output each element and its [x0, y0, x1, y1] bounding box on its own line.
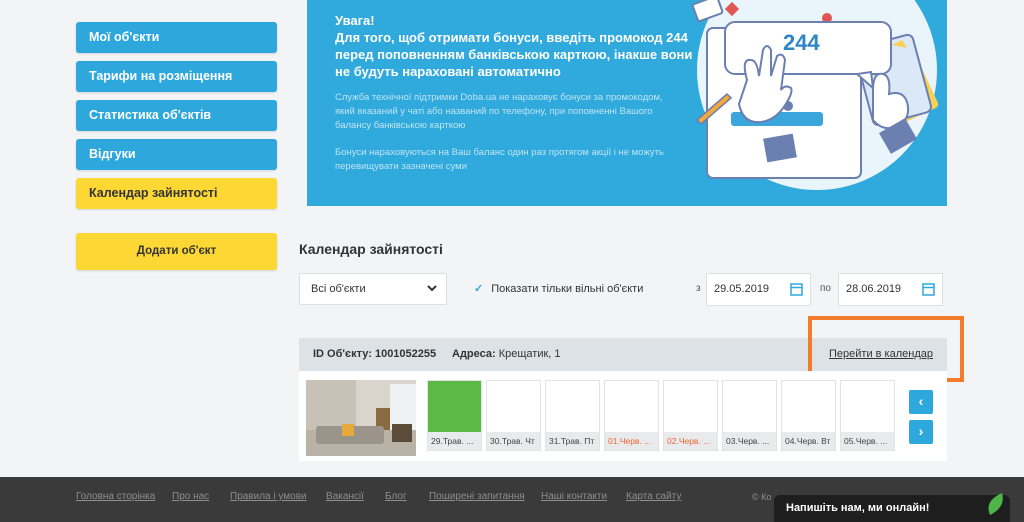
footer-link-home[interactable]: Головна сторінка: [76, 491, 155, 502]
footer-link-contacts[interactable]: Наші контакти: [541, 491, 607, 502]
day-fill: [428, 381, 481, 434]
footer-link-terms[interactable]: Правила і умови: [230, 491, 307, 502]
address-value: Крещатик, 1: [498, 348, 561, 360]
day-label: 01.Черв. ...: [605, 432, 658, 450]
day-label: 30.Трав. Чт: [487, 432, 540, 450]
leaf-icon: [988, 493, 1003, 515]
sidebar: Мої об'єкти Тарифи на розміщення Статист…: [76, 22, 277, 217]
sidebar-item-calendar[interactable]: Календар зайнятості: [76, 178, 277, 209]
sidebar-item-tariffs[interactable]: Тарифи на розміщення: [76, 61, 277, 92]
free-only-checkbox[interactable]: ✓ Показати тільки вільні об'єкти: [474, 282, 643, 295]
object-address: Адреса: Крещатик, 1: [452, 338, 561, 371]
banner-text-bonus: Бонуси нараховуються на Ваш баланс один …: [335, 147, 664, 172]
day-label: 03.Черв. ...: [723, 432, 776, 450]
date-from-input[interactable]: 29.05.2019: [706, 273, 811, 306]
object-photo: [306, 380, 416, 456]
banner-title: Увага! Для того, щоб отримати бонуси, вв…: [335, 13, 693, 79]
object-filter-select[interactable]: Всі об'єкти: [299, 273, 447, 305]
calendar-day[interactable]: 04.Черв. Вт: [781, 380, 836, 451]
promo-code-bubble: 244: [783, 30, 820, 55]
banner-text-support: Служба технічної підтримки Doba.ua не на…: [335, 92, 663, 131]
day-label: 02.Черв. ...: [664, 432, 717, 450]
footer-link-faq[interactable]: Поширені запитання: [429, 491, 525, 502]
day-fill: [605, 381, 658, 434]
chevron-left-icon: ‹: [918, 393, 924, 409]
day-label: 29.Трав. ...: [428, 432, 481, 450]
day-fill: [546, 381, 599, 434]
calendar-section-title: Календар зайнятості: [299, 241, 443, 257]
footer-link-vacancies[interactable]: Вакансії: [326, 491, 364, 502]
free-only-label: Показати тільки вільні об'єкти: [491, 283, 644, 295]
next-button[interactable]: ›: [909, 420, 933, 444]
calendar-day[interactable]: 05.Черв. ...: [840, 380, 895, 451]
calendar-day[interactable]: 30.Трав. Чт: [486, 380, 541, 451]
chevron-down-icon: [427, 274, 437, 317]
footer-link-sitemap[interactable]: Карта сайту: [626, 491, 681, 502]
footer-link-blog[interactable]: Блог: [385, 491, 407, 502]
add-object-button[interactable]: Додати об'єкт: [76, 233, 277, 270]
check-icon: ✓: [474, 283, 484, 295]
address-label: Адреса:: [452, 348, 496, 360]
object-id: ID Об'єкту: 1001052255: [313, 348, 437, 360]
date-to-label: по: [820, 283, 831, 294]
calendar-day[interactable]: 01.Черв. ...: [604, 380, 659, 451]
day-label: 04.Черв. Вт: [782, 432, 835, 450]
promo-banner: Увага! Для того, щоб отримати бонуси, вв…: [307, 0, 947, 206]
calendar-day[interactable]: 02.Черв. ...: [663, 380, 718, 451]
day-label: 31.Трав. Пт: [546, 432, 599, 450]
sidebar-item-statistics[interactable]: Статистика об'єктів: [76, 100, 277, 131]
calendar-day[interactable]: 03.Черв. ...: [722, 380, 777, 451]
day-fill: [723, 381, 776, 434]
day-fill: [487, 381, 540, 434]
calendar-icon: [790, 283, 803, 296]
day-fill: [841, 381, 894, 434]
day-label: 05.Черв. ...: [841, 432, 894, 450]
copyright: © Ко: [752, 492, 772, 502]
day-fill: [664, 381, 717, 434]
date-from-label: з: [696, 283, 701, 294]
footer-link-about[interactable]: Про нас: [172, 491, 209, 502]
object-filter-value: Всі об'єкти: [311, 283, 366, 295]
chevron-right-icon: ›: [918, 423, 924, 439]
chat-widget[interactable]: Напишіть нам, ми онлайн!: [774, 493, 1010, 522]
date-to-value: 28.06.2019: [846, 283, 902, 295]
calendar-day[interactable]: 31.Трав. Пт: [545, 380, 600, 451]
day-fill: [782, 381, 835, 434]
date-to-input[interactable]: 28.06.2019: [838, 273, 943, 306]
chat-label: Напишіть нам, ми онлайн!: [786, 502, 930, 514]
calendar-icon: [922, 283, 935, 296]
date-from-value: 29.05.2019: [714, 283, 770, 295]
calendar-day[interactable]: 29.Трав. ...: [427, 380, 482, 451]
sidebar-item-my-objects[interactable]: Мої об'єкти: [76, 22, 277, 53]
calendar-row: 29.Трав. ... 30.Трав. Чт 31.Трав. Пт 01.…: [299, 371, 947, 461]
sidebar-item-reviews[interactable]: Відгуки: [76, 139, 277, 170]
prev-button[interactable]: ‹: [909, 390, 933, 414]
